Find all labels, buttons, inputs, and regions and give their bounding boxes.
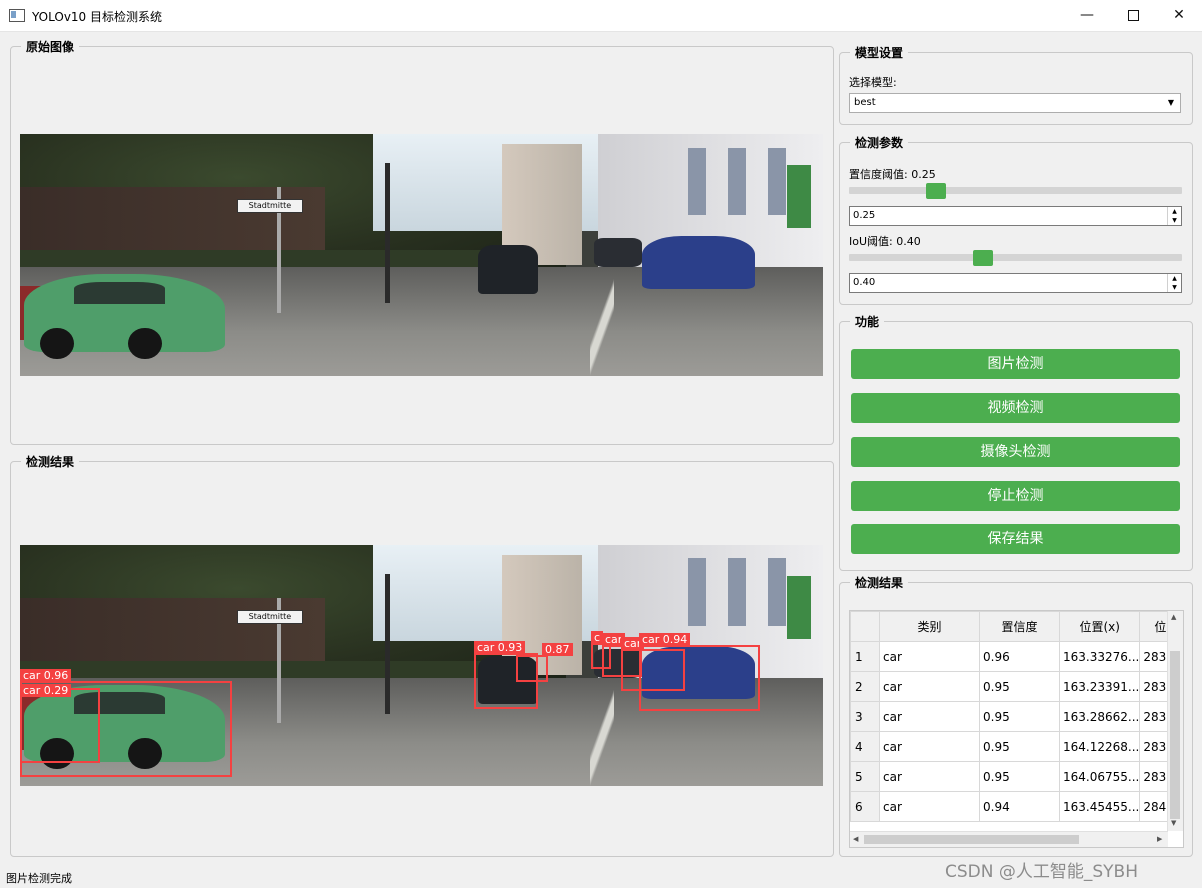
detection-label: car 0.94 bbox=[639, 633, 691, 646]
iou-spinbox-value: 0.40 bbox=[853, 277, 876, 288]
original-image-title: 原始图像 bbox=[21, 38, 80, 55]
cell-class[interactable]: car bbox=[879, 671, 980, 702]
street-sign-result: Stadtmitte bbox=[236, 610, 304, 625]
row-number: 6 bbox=[850, 791, 880, 822]
results-table[interactable]: 类别 置信度 位置(x) 位 1 car 0.96 163.33276... 2… bbox=[849, 610, 1184, 848]
close-icon: ✕ bbox=[1173, 7, 1185, 23]
row-number: 4 bbox=[850, 731, 880, 762]
title-bar: YOLOv10 目标检测系统 — ✕ bbox=[0, 0, 1202, 32]
table-row[interactable]: 1 car 0.96 163.33276... 283.8 bbox=[850, 641, 1182, 672]
image-detect-button[interactable]: 图片检测 bbox=[851, 349, 1180, 379]
spin-arrows-icon[interactable]: ▲ ▼ bbox=[1167, 207, 1181, 225]
chevron-down-icon: ▼ bbox=[1167, 98, 1174, 107]
confidence-label: 置信度阈值: 0.25 bbox=[849, 168, 936, 181]
result-image: Stadtmitte car 0.96 car 0.29 car 0.93 0.… bbox=[20, 545, 823, 786]
iou-slider-handle[interactable] bbox=[973, 250, 994, 266]
table-row[interactable]: 4 car 0.95 164.12268... 283.9 bbox=[850, 731, 1182, 762]
detection-label: car 0.96 bbox=[20, 669, 72, 682]
cell-class[interactable]: car bbox=[879, 791, 980, 822]
functions-title: 功能 bbox=[850, 313, 885, 330]
iou-spinbox[interactable]: 0.40 ▲ ▼ bbox=[849, 273, 1182, 293]
detection-label: car 0.93 bbox=[474, 641, 526, 654]
save-results-button[interactable]: 保存结果 bbox=[851, 524, 1180, 554]
table-row[interactable]: 3 car 0.95 163.28662... 283.8 bbox=[850, 701, 1182, 732]
horizontal-scroll-thumb[interactable] bbox=[864, 835, 1079, 844]
row-number: 2 bbox=[850, 671, 880, 702]
cell-confidence[interactable]: 0.95 bbox=[979, 731, 1060, 762]
cell-x[interactable]: 163.33276... bbox=[1058, 641, 1141, 672]
cell-confidence[interactable]: 0.95 bbox=[979, 761, 1060, 792]
column-header-confidence[interactable]: 置信度 bbox=[979, 611, 1060, 642]
window-title: YOLOv10 目标检测系统 bbox=[32, 10, 163, 24]
cell-x[interactable]: 163.45455... bbox=[1058, 791, 1141, 822]
cell-confidence[interactable]: 0.95 bbox=[979, 701, 1060, 732]
column-header-class[interactable]: 类别 bbox=[879, 611, 980, 642]
table-row[interactable]: 2 car 0.95 163.23391... 283.8 bbox=[850, 671, 1182, 702]
column-header-x[interactable]: 位置(x) bbox=[1058, 611, 1141, 642]
select-model-label: 选择模型: bbox=[849, 76, 897, 89]
corner-header[interactable] bbox=[850, 611, 880, 642]
row-number: 1 bbox=[850, 641, 880, 672]
model-select[interactable]: best ▼ bbox=[849, 93, 1181, 113]
iou-label: IoU阈值: 0.40 bbox=[849, 235, 921, 248]
confidence-slider-handle[interactable] bbox=[926, 183, 947, 199]
cell-class[interactable]: car bbox=[879, 731, 980, 762]
maximize-button[interactable] bbox=[1110, 0, 1156, 30]
original-image: Stadtmitte bbox=[20, 134, 823, 376]
cell-class[interactable]: car bbox=[879, 641, 980, 672]
scroll-down-icon[interactable]: ▼ bbox=[1171, 819, 1176, 827]
maximize-icon bbox=[1127, 9, 1139, 21]
iou-slider[interactable] bbox=[849, 254, 1182, 261]
confidence-slider[interactable] bbox=[849, 187, 1182, 194]
watermark: CSDN @人工智能_SYBH bbox=[945, 862, 1138, 882]
table-header-row: 类别 置信度 位置(x) 位 bbox=[850, 611, 1182, 642]
scroll-up-icon[interactable]: ▲ bbox=[1171, 613, 1176, 621]
app-window-icon bbox=[9, 9, 25, 22]
row-number: 3 bbox=[850, 701, 880, 732]
confidence-spinbox[interactable]: 0.25 ▲ ▼ bbox=[849, 206, 1182, 226]
spin-arrows-icon[interactable]: ▲ ▼ bbox=[1167, 274, 1181, 292]
model-select-value: best bbox=[854, 97, 876, 108]
model-settings-title: 模型设置 bbox=[850, 44, 909, 61]
cell-x[interactable]: 164.06755... bbox=[1058, 761, 1141, 792]
cell-confidence[interactable]: 0.96 bbox=[979, 641, 1060, 672]
vertical-scrollbar[interactable]: ▲ ▼ bbox=[1167, 611, 1183, 831]
detection-box: 0.87 bbox=[516, 643, 573, 682]
stop-detect-button[interactable]: 停止检测 bbox=[851, 481, 1180, 511]
detection-box: car 0.29 bbox=[20, 684, 100, 763]
vertical-scroll-thumb[interactable] bbox=[1170, 651, 1180, 819]
video-detect-button[interactable]: 视频检测 bbox=[851, 393, 1180, 423]
street-sign: Stadtmitte bbox=[236, 199, 304, 214]
table-row[interactable]: 5 car 0.95 164.06755... 283.4 bbox=[850, 761, 1182, 792]
minimize-icon: — bbox=[1080, 7, 1094, 23]
cell-confidence[interactable]: 0.94 bbox=[979, 791, 1060, 822]
cell-x[interactable]: 164.12268... bbox=[1058, 731, 1141, 762]
cell-x[interactable]: 163.23391... bbox=[1058, 671, 1141, 702]
detection-box: car 0.94 bbox=[639, 633, 760, 711]
results-table-title: 检测结果 bbox=[850, 574, 909, 591]
scroll-right-icon[interactable]: ▶ bbox=[1157, 835, 1162, 843]
close-button[interactable]: ✕ bbox=[1156, 0, 1202, 30]
minimize-button[interactable]: — bbox=[1064, 0, 1110, 30]
detection-label: car 0.29 bbox=[20, 684, 72, 697]
result-image-title: 检测结果 bbox=[21, 453, 80, 470]
table-row[interactable]: 6 car 0.94 163.45455... 284.0 bbox=[850, 791, 1182, 822]
cell-confidence[interactable]: 0.95 bbox=[979, 671, 1060, 702]
scroll-left-icon[interactable]: ◀ bbox=[853, 835, 858, 843]
status-text: 图片检测完成 bbox=[6, 872, 72, 885]
cell-x[interactable]: 163.28662... bbox=[1058, 701, 1141, 732]
camera-detect-button[interactable]: 摄像头检测 bbox=[851, 437, 1180, 467]
row-number: 5 bbox=[850, 761, 880, 792]
confidence-spinbox-value: 0.25 bbox=[853, 210, 876, 221]
detection-label: 0.87 bbox=[542, 643, 573, 656]
horizontal-scrollbar[interactable]: ◀ ▶ bbox=[850, 831, 1168, 847]
cell-class[interactable]: car bbox=[879, 701, 980, 732]
detection-params-title: 检测参数 bbox=[850, 134, 909, 151]
cell-class[interactable]: car bbox=[879, 761, 980, 792]
